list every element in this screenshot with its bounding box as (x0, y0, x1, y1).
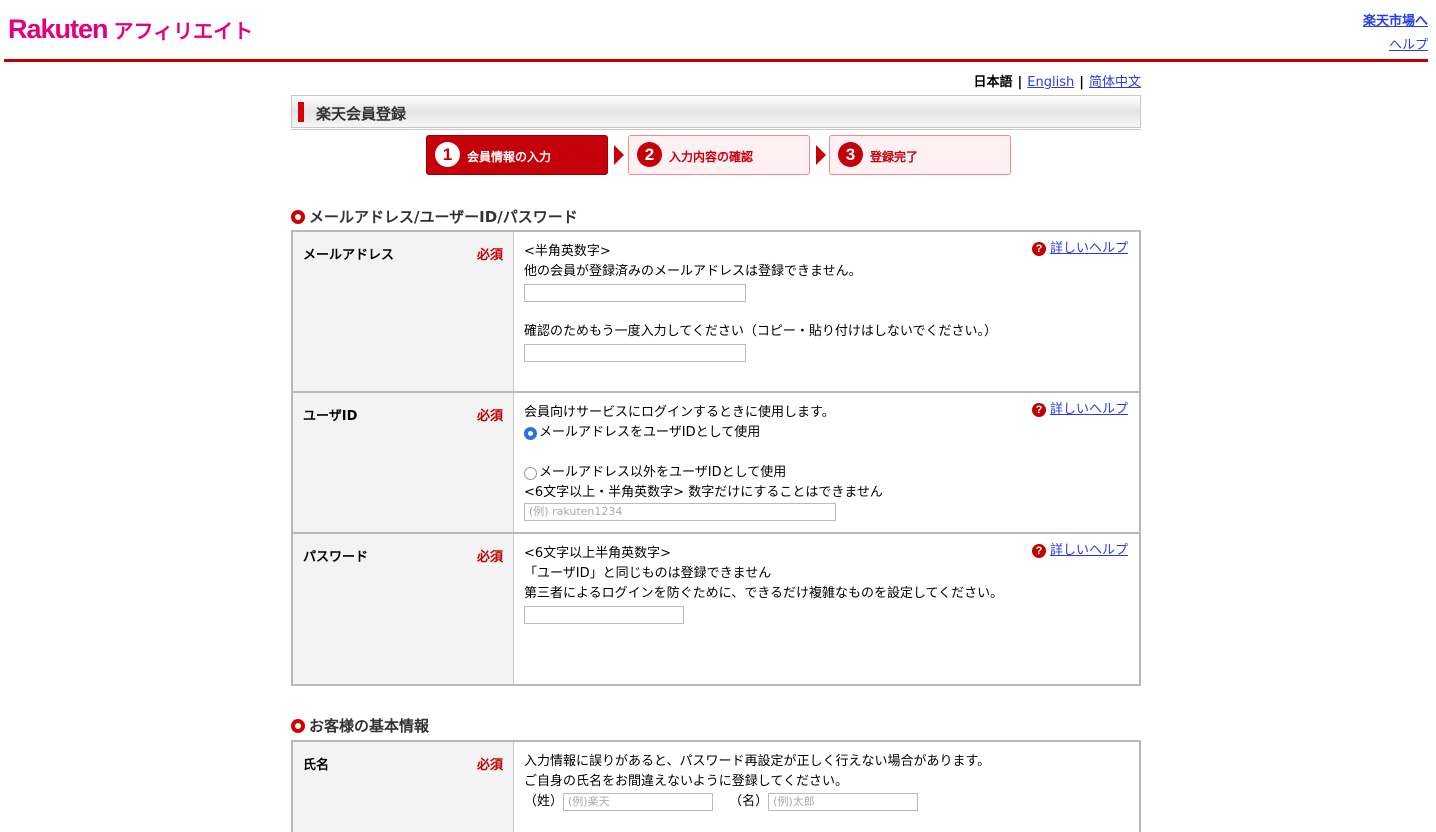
help-link-text[interactable]: 詳しいヘルプ (1050, 541, 1128, 561)
email-confirm-input[interactable] (524, 344, 746, 362)
step-label: 入力内容の確認 (669, 150, 754, 164)
userid-rule-note: <6文字以上・半角英数字> 数字だけにすることはできません (524, 485, 883, 500)
registration-steps: 1 会員情報の入力 2 入力内容の確認 3 登録完了 (426, 135, 1016, 175)
section-heading-text: お客様の基本情報 (309, 717, 430, 735)
help-question-icon: ? (1031, 242, 1046, 256)
row-label-cell: メールアドレス 必須 (293, 232, 514, 391)
step-3: 3 登録完了 (829, 135, 1011, 175)
userid-option-custom[interactable]: メールアドレス以外をユーザIDとして使用 (524, 463, 1129, 483)
row-body-cell: ? 詳しいヘルプ <半角英数字> 他の会員が登録済みのメールアドレスは登録できま… (514, 232, 1139, 391)
help-link-password[interactable]: ? 詳しいヘルプ (1031, 541, 1128, 561)
help-link-text[interactable]: 詳しいヘルプ (1050, 400, 1128, 420)
help-question-icon: ? (1031, 544, 1046, 558)
top-links: 楽天市場へ ヘルプ (1363, 10, 1428, 58)
radio-selected[interactable] (524, 426, 537, 440)
name-note-accuracy: ご自身の氏名をお間違えないように登録してください。 (524, 774, 848, 789)
form-row-name: 氏名 必須 入力情報に誤りがあると、パスワード再設定が正しく行えない場合がありま… (293, 742, 1139, 832)
userid-option-custom-label: メールアドレス以外をユーザIDとして使用 (539, 465, 787, 480)
name-note-warning: 入力情報に誤りがあると、パスワード再設定が正しく行えない場合があります。 (524, 754, 991, 769)
page-title-bar: 楽天会員登録 (291, 95, 1141, 128)
row-label-cell: 氏名 必須 (293, 742, 514, 832)
step-number: 3 (838, 142, 863, 167)
form-row-password: パスワード 必須 ? 詳しいヘルプ <6文字以上半角英数字> 「ユーザID」と同… (293, 534, 1139, 684)
field-label-userid: ユーザID (303, 409, 358, 424)
sei-field: （姓） (例)楽天 (524, 792, 714, 812)
required-badge: 必須 (476, 409, 503, 424)
help-link-userid[interactable]: ? 詳しいヘルプ (1031, 400, 1128, 420)
step-number: 2 (637, 142, 662, 167)
password-note-userid: 「ユーザID」と同じものは登録できません (524, 566, 772, 581)
help-question-icon: ? (1031, 403, 1046, 417)
mei-label: （名） (729, 794, 769, 809)
logo-affiliate-text: アフィリエイト (113, 19, 254, 43)
lang-current-japanese: 日本語 (973, 75, 1013, 90)
required-badge: 必須 (476, 550, 503, 565)
section-heading-account: メールアドレス/ユーザーID/パスワード (291, 206, 578, 227)
step-1: 1 会員情報の入力 (426, 135, 608, 175)
row-label-cell: パスワード 必須 (293, 534, 514, 684)
name-inputs: （姓） (例)楽天 （名） (例)太郎 (524, 792, 1129, 812)
lang-separator: | (1079, 75, 1084, 90)
row-label-cell: ユーザID 必須 (293, 393, 514, 532)
step-label: 登録完了 (870, 150, 919, 164)
email-confirm-note: 確認のためもう一度入力してください（コピー・貼り付けはしないでください。） (524, 324, 997, 339)
radio-unselected[interactable] (524, 466, 537, 480)
password-note-security: 第三者によるログインを防ぐために、できるだけ複雑なものを設定してください。 (524, 586, 1004, 601)
sei-input[interactable]: (例)楽天 (563, 793, 714, 811)
form-row-userid: ユーザID 必須 ? 詳しいヘルプ 会員向けサービスにログインするときに使用しま… (293, 393, 1139, 534)
row-body-cell: ? 詳しいヘルプ 会員向けサービスにログインするときに使用します。 メールアドレ… (514, 393, 1139, 532)
title-underline (291, 129, 1141, 130)
userid-input[interactable]: (例) rakuten1234 (524, 503, 836, 521)
field-label-email: メールアドレス (303, 248, 395, 263)
help-link-text[interactable]: 詳しいヘルプ (1050, 239, 1128, 259)
field-label-password: パスワード (303, 550, 369, 565)
section-bullet-icon (291, 209, 305, 224)
lang-chinese-link[interactable]: 简体中文 (1089, 75, 1141, 90)
required-badge: 必須 (476, 758, 503, 773)
section-heading-basic-info: お客様の基本情報 (291, 715, 429, 736)
required-badge: 必須 (476, 248, 503, 263)
section-bullet-icon (291, 718, 305, 733)
step-2: 2 入力内容の確認 (628, 135, 810, 175)
form-row-email: メールアドレス 必須 ? 詳しいヘルプ <半角英数字> 他の会員が登録済みのメー… (293, 232, 1139, 393)
mei-field: （名） (例)太郎 (729, 792, 919, 812)
step-number: 1 (435, 142, 460, 167)
field-label-name: 氏名 (303, 758, 330, 773)
lang-english-link[interactable]: English (1027, 75, 1074, 90)
rakuten-affiliate-logo[interactable]: Rakuten アフィリエイト (8, 14, 253, 48)
password-input[interactable] (524, 606, 684, 624)
row-body-cell: 入力情報に誤りがあると、パスワード再設定が正しく行えない場合があります。 ご自身… (514, 742, 1139, 832)
step-arrow-icon (614, 145, 624, 165)
title-marker (298, 102, 304, 122)
mei-input[interactable]: (例)太郎 (768, 793, 919, 811)
row-body-cell: ? 詳しいヘルプ <6文字以上半角英数字> 「ユーザID」と同じものは登録できま… (514, 534, 1139, 684)
userid-option-email-label: メールアドレスをユーザIDとして使用 (539, 425, 761, 440)
section-heading-text: メールアドレス/ユーザーID/パスワード (309, 208, 578, 226)
logo-rakuten-text: Rakuten (8, 14, 109, 44)
step-arrow-icon (816, 145, 826, 165)
email-input[interactable] (524, 284, 746, 302)
sei-label: （姓） (524, 794, 564, 809)
email-note-duplicate: 他の会員が登録済みのメールアドレスは登録できません。 (524, 264, 862, 279)
header: Rakuten アフィリエイト 楽天市場へ ヘルプ (0, 0, 1436, 62)
header-divider (4, 59, 1428, 62)
account-form-table: メールアドレス 必須 ? 詳しいヘルプ <半角英数字> 他の会員が登録済みのメー… (291, 230, 1141, 686)
basic-info-form-table: 氏名 必須 入力情報に誤りがあると、パスワード再設定が正しく行えない場合がありま… (291, 740, 1141, 832)
userid-option-email[interactable]: メールアドレスをユーザIDとして使用 (524, 423, 1129, 443)
link-help[interactable]: ヘルプ (1389, 38, 1428, 53)
link-rakuten-ichiba[interactable]: 楽天市場へ (1363, 14, 1428, 29)
step-label: 会員情報の入力 (467, 150, 552, 164)
language-switcher: 日本語 | English | 简体中文 (974, 71, 1141, 90)
lang-separator: | (1017, 75, 1023, 90)
help-link-email[interactable]: ? 詳しいヘルプ (1031, 239, 1128, 259)
page-title: 楽天会員登録 (316, 105, 407, 123)
